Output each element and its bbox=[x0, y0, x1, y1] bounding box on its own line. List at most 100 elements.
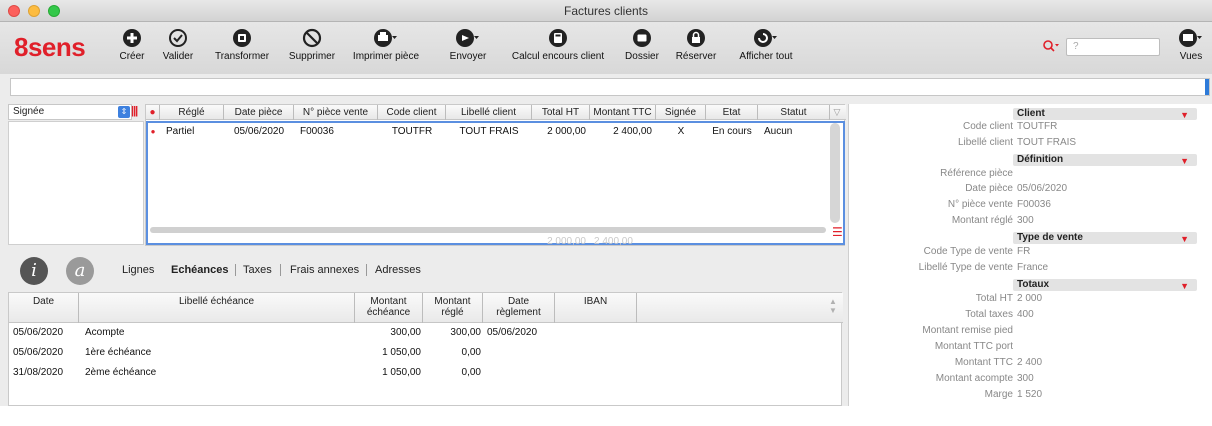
label-numero-piece: N° pièce vente bbox=[947, 199, 1013, 210]
table-row[interactable]: 05/06/2020 Acompte 300,00 300,00 05/06/2… bbox=[9, 323, 825, 343]
col-montant-ech-l2: échéance bbox=[366, 307, 411, 318]
tab-frais-annexes[interactable]: Frais annexes bbox=[290, 264, 359, 276]
col-montant-ttc[interactable]: Montant TTC bbox=[590, 105, 656, 120]
value-marge[interactable]: 1 520 bbox=[1017, 389, 1042, 400]
calculator-icon bbox=[506, 28, 610, 48]
value-date-piece[interactable]: 05/06/2020 bbox=[1017, 183, 1067, 194]
create-button[interactable]: Créer bbox=[112, 28, 152, 62]
prohibit-icon bbox=[284, 28, 340, 48]
col-code-client[interactable]: Code client bbox=[378, 105, 446, 120]
close-window-icon[interactable] bbox=[8, 5, 20, 17]
section-totaux[interactable]: Totaux ▼ bbox=[1013, 279, 1197, 291]
col-etat[interactable]: Etat bbox=[706, 105, 758, 120]
col-date-piece[interactable]: Date pièce bbox=[224, 105, 294, 120]
state-list[interactable] bbox=[8, 121, 144, 245]
tab-echeances[interactable]: Echéances bbox=[171, 264, 228, 276]
views-button[interactable]: Vues bbox=[1170, 28, 1212, 62]
col-signee[interactable]: Signée bbox=[656, 105, 706, 120]
col-statut[interactable]: Statut bbox=[758, 105, 830, 120]
show-all-label: Afficher tout bbox=[739, 51, 793, 62]
label-total-ht: Total HT bbox=[975, 293, 1013, 304]
delete-button[interactable]: Supprimer bbox=[284, 28, 340, 62]
value-montant-acompte[interactable]: 300 bbox=[1017, 373, 1034, 384]
cell-date-reglement bbox=[487, 343, 555, 363]
cell-date: 31/08/2020 bbox=[13, 367, 64, 378]
table-row[interactable]: 05/06/2020 1ère échéance 1 050,00 0,00 bbox=[9, 343, 825, 363]
col-montant-ech-l1: Montant bbox=[370, 296, 407, 307]
label-date-piece: Date pièce bbox=[965, 183, 1013, 194]
collapse-triangle-icon[interactable]: ▼ bbox=[1180, 280, 1189, 292]
col-date[interactable]: Date bbox=[9, 293, 79, 323]
collapse-triangle-icon[interactable]: ▼ bbox=[1180, 109, 1189, 121]
invoice-grid-hscrollbar[interactable] bbox=[150, 227, 826, 233]
grid-options-icon[interactable]: ☰ bbox=[832, 225, 843, 239]
value-numero-piece[interactable]: F00036 bbox=[1017, 199, 1051, 210]
value-libelle-client[interactable]: TOUT FRAIS bbox=[1017, 137, 1076, 148]
cell-montant: 1 050,00 bbox=[382, 347, 421, 358]
value-code-client[interactable]: TOUTFR bbox=[1017, 121, 1057, 132]
validate-button[interactable]: Valider bbox=[158, 28, 198, 62]
validate-label: Valider bbox=[162, 51, 194, 62]
section-type-vente[interactable]: Type de vente ▼ bbox=[1013, 232, 1197, 244]
value-libelle-type-vente[interactable]: France bbox=[1017, 262, 1048, 273]
collapse-triangle-icon[interactable]: ▼ bbox=[1180, 155, 1189, 167]
header-status-dot: ● bbox=[146, 105, 160, 120]
value-total-ht[interactable]: 2 000 bbox=[1017, 293, 1042, 304]
col-montant-echeance[interactable]: Montant échéance bbox=[355, 293, 423, 323]
col-total-ht[interactable]: Total HT bbox=[532, 105, 590, 120]
value-montant-ttc[interactable]: 2 400 bbox=[1017, 357, 1042, 368]
section-client[interactable]: Client ▼ bbox=[1013, 108, 1197, 120]
transform-label: Transformer bbox=[214, 51, 270, 62]
show-all-button[interactable]: Afficher tout bbox=[734, 28, 798, 62]
col-libelle-echeance[interactable]: Libellé échéance bbox=[79, 293, 355, 323]
echeances-grid: Date Libellé échéance Montant échéance Mo… bbox=[8, 292, 843, 406]
row-status-dot: ● bbox=[150, 127, 156, 136]
minimize-window-icon[interactable] bbox=[28, 5, 40, 17]
col-regle[interactable]: Réglé bbox=[160, 105, 224, 120]
tab-lignes[interactable]: Lignes bbox=[122, 264, 154, 276]
col-montant-regle[interactable]: Montant réglé bbox=[423, 293, 483, 323]
calc-encours-button[interactable]: Calcul encours client bbox=[506, 28, 610, 62]
col-libelle-client[interactable]: Libellé client bbox=[446, 105, 532, 120]
print-button[interactable]: Imprimer pièce bbox=[342, 28, 430, 62]
tab-adresses[interactable]: Adresses bbox=[375, 264, 421, 276]
state-select-value: Signée bbox=[13, 106, 45, 117]
cell-signee: X bbox=[677, 126, 685, 137]
plus-circle-icon bbox=[112, 28, 152, 48]
table-row[interactable]: 31/08/2020 2ème échéance 1 050,00 0,00 bbox=[9, 363, 825, 383]
title-bar: Factures clients bbox=[0, 0, 1212, 22]
label-libelle-client: Libellé client bbox=[957, 137, 1013, 148]
info-icon[interactable]: i bbox=[20, 257, 48, 285]
col-iban[interactable]: IBAN bbox=[555, 293, 637, 323]
col-date-reglement[interactable]: Date règlement bbox=[483, 293, 555, 323]
check-circle-icon bbox=[158, 28, 198, 48]
search-icon[interactable] bbox=[1042, 39, 1060, 56]
about-icon[interactable]: a bbox=[66, 257, 94, 285]
cell-regle: 0,00 bbox=[461, 347, 481, 358]
app-logo: 8sens bbox=[14, 32, 86, 62]
transform-button[interactable]: Transformer bbox=[210, 28, 274, 62]
tab-separator bbox=[366, 264, 367, 276]
zoom-window-icon[interactable] bbox=[48, 5, 60, 17]
section-definition[interactable]: Définition ▼ bbox=[1013, 154, 1197, 166]
refresh-icon bbox=[734, 28, 798, 48]
value-total-taxes[interactable]: 400 bbox=[1017, 309, 1034, 320]
reserve-button[interactable]: Réserver bbox=[672, 28, 720, 62]
column-selector-icon[interactable]: ||| bbox=[131, 105, 138, 117]
column-menu-icon[interactable]: ▽ bbox=[830, 105, 844, 120]
reserve-label: Réserver bbox=[675, 51, 717, 62]
folder-button[interactable]: Dossier bbox=[620, 28, 664, 62]
filter-input[interactable] bbox=[10, 78, 1210, 96]
value-montant-regle[interactable]: 300 bbox=[1017, 215, 1034, 226]
search-input[interactable]: ? bbox=[1066, 38, 1160, 56]
tab-taxes[interactable]: Taxes bbox=[243, 264, 272, 276]
col-numero-piece[interactable]: N° pièce vente bbox=[294, 105, 378, 120]
send-button[interactable]: Envoyer bbox=[444, 28, 492, 62]
transform-icon bbox=[210, 28, 274, 48]
state-select[interactable]: Signée ⇕ bbox=[8, 104, 132, 120]
value-code-type-vente[interactable]: FR bbox=[1017, 246, 1030, 257]
col-date-reg-l2: règlement bbox=[496, 307, 541, 318]
table-row[interactable]: ● Partiel 05/06/2020 F00036 TOUTFR TOUT … bbox=[146, 123, 830, 141]
collapse-triangle-icon[interactable]: ▼ bbox=[1180, 233, 1189, 245]
section-type-vente-title: Type de vente bbox=[1017, 232, 1083, 243]
